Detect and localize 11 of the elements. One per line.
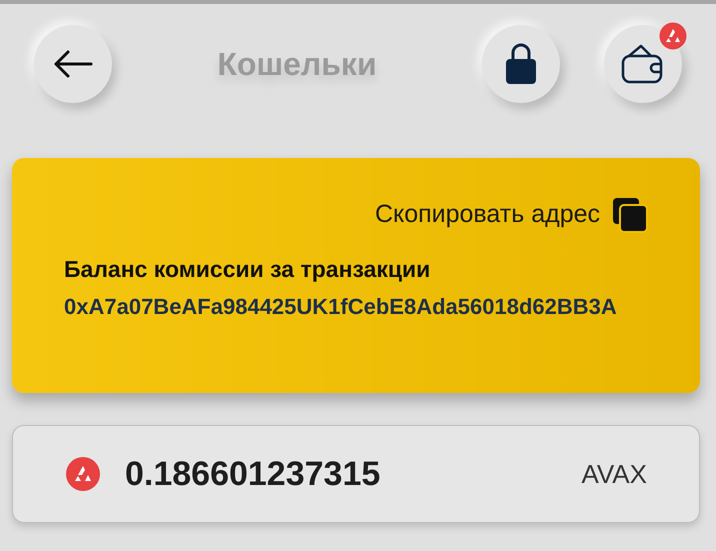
copy-icon	[612, 196, 648, 233]
wallet-icon	[620, 44, 665, 84]
page-title: Кошельки	[217, 45, 377, 84]
lock-icon	[504, 43, 537, 85]
back-icon	[53, 49, 93, 79]
wallet-address: 0xA7a07BeAFa984425UK1fCebE8Ada56018d62BB3A	[64, 293, 618, 321]
currency-label: AVAX	[581, 458, 647, 490]
token-icon	[65, 456, 101, 492]
balance-amount: 0.186601237315	[125, 454, 380, 494]
card-title: Баланс комиссии за транзакции	[64, 254, 432, 284]
copy-address-button[interactable]: Скопировать адрес	[374, 196, 648, 234]
